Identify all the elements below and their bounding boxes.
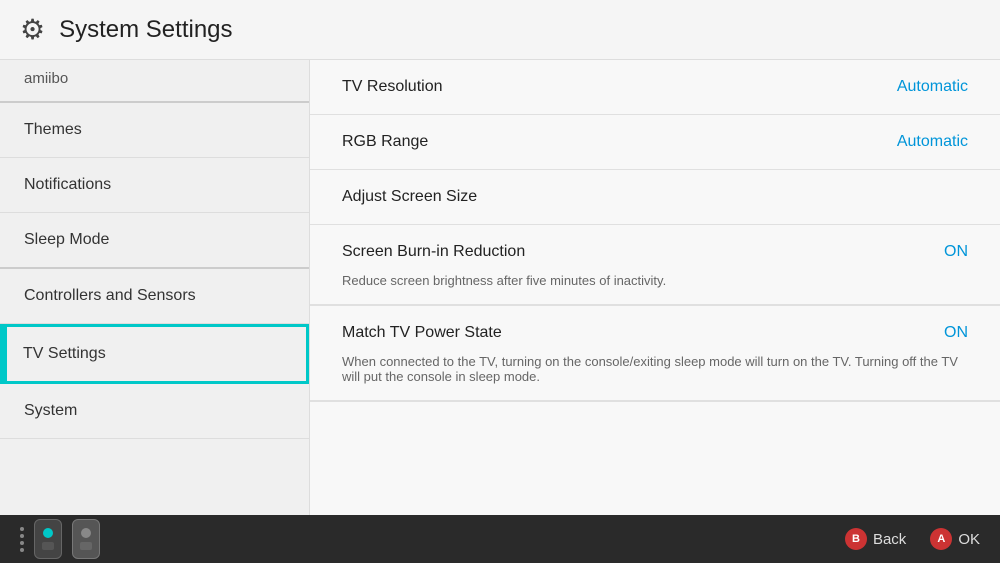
dot-3 <box>20 541 24 545</box>
sidebar-item-notifications[interactable]: Notifications <box>0 158 309 213</box>
match-tv-power-row[interactable]: Match TV Power State ON <box>310 306 1000 346</box>
controller-display <box>20 519 100 559</box>
sidebar-item-system[interactable]: System <box>0 384 309 439</box>
screen-burn-in-description: Reduce screen brightness after five minu… <box>310 265 1000 305</box>
rgb-range-row[interactable]: RGB Range Automatic <box>310 115 1000 170</box>
back-button-hint: B Back <box>845 528 906 550</box>
bottom-bar: B Back A OK <box>0 515 1000 563</box>
screen-burn-in-value: ON <box>944 243 968 261</box>
match-tv-power-group: Match TV Power State ON When connected t… <box>310 306 1000 402</box>
match-tv-power-description: When connected to the TV, turning on the… <box>310 346 1000 401</box>
sidebar-item-amiibo[interactable]: amiibo <box>0 60 309 103</box>
ok-button-hint: A OK <box>930 528 980 550</box>
b-button-icon: B <box>845 528 867 550</box>
rgb-range-value: Automatic <box>897 133 968 151</box>
a-button-icon: A <box>930 528 952 550</box>
match-tv-power-value: ON <box>944 324 968 342</box>
sidebar-item-sleep-mode[interactable]: Sleep Mode <box>0 213 309 269</box>
page-title: System Settings <box>59 16 232 44</box>
dot-1 <box>20 527 24 531</box>
rgb-range-label: RGB Range <box>342 133 428 151</box>
tv-resolution-row[interactable]: TV Resolution Automatic <box>310 60 1000 115</box>
adjust-screen-size-label: Adjust Screen Size <box>342 188 477 206</box>
dot-2 <box>20 534 24 538</box>
tv-resolution-value: Automatic <box>897 78 968 96</box>
sidebar-item-tv-settings[interactable]: TV Settings <box>0 324 309 384</box>
ok-label: OK <box>958 531 980 548</box>
joycon-left <box>34 519 62 559</box>
main-layout: amiibo Themes Notifications Sleep Mode C… <box>0 60 1000 515</box>
adjust-screen-size-row[interactable]: Adjust Screen Size <box>310 170 1000 225</box>
joycon-right <box>72 519 100 559</box>
header: ⚙ System Settings <box>0 0 1000 60</box>
screen-burn-in-label: Screen Burn-in Reduction <box>342 243 525 261</box>
screen-burn-in-group: Screen Burn-in Reduction ON Reduce scree… <box>310 225 1000 306</box>
sidebar-item-controllers[interactable]: Controllers and Sensors <box>0 269 309 324</box>
settings-icon: ⚙ <box>20 13 45 46</box>
sidebar: amiibo Themes Notifications Sleep Mode C… <box>0 60 310 515</box>
grip-dots <box>20 527 24 552</box>
sidebar-item-themes[interactable]: Themes <box>0 103 309 158</box>
tv-resolution-label: TV Resolution <box>342 78 443 96</box>
dot-4 <box>20 548 24 552</box>
match-tv-power-label: Match TV Power State <box>342 324 502 342</box>
button-hints: B Back A OK <box>845 528 980 550</box>
content-panel: TV Resolution Automatic RGB Range Automa… <box>310 60 1000 515</box>
back-label: Back <box>873 531 906 548</box>
screen-burn-in-row[interactable]: Screen Burn-in Reduction ON <box>310 225 1000 265</box>
